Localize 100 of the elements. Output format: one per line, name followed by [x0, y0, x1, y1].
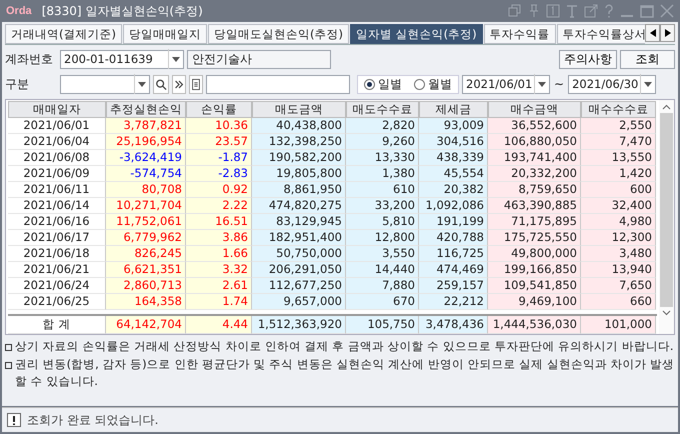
table-cell: 304,516 [419, 134, 488, 150]
table-cell: 12,800 [346, 230, 419, 246]
right-triangle-icon [664, 29, 670, 37]
table-cell: 23.57 [186, 134, 252, 150]
tab[interactable]: 투자수익률상서 [556, 24, 645, 44]
total-cell: 1,444,536,030 [488, 316, 581, 334]
end-date-picker[interactable]: 2021/06/30 [568, 74, 656, 94]
tab-scroll-left-button[interactable] [645, 24, 660, 42]
caret-icon [534, 74, 549, 94]
date-range-separator: ~ [553, 77, 566, 91]
table-cell: 826,245 [106, 246, 186, 262]
window-title: [8330] 일자별실현손익(추정) [42, 2, 203, 20]
export-icon[interactable] [584, 4, 598, 18]
table-cell: 2021/06/11 [8, 182, 106, 198]
tab-scroll-right-button[interactable] [660, 24, 675, 42]
vertical-scrollbar[interactable] [659, 100, 674, 334]
up-chevron-icon [662, 104, 671, 110]
table-cell: 40,438,800 [252, 118, 346, 134]
table-cell: 4,980 [581, 214, 656, 230]
table-cell: 11,752,061 [106, 214, 186, 230]
table-cell: 206,291,050 [252, 262, 346, 278]
table-cell: 20,382 [419, 182, 488, 198]
tab[interactable]: 당일매도실현손익(추정) [208, 24, 349, 44]
search-icon[interactable] [153, 74, 169, 94]
table-cell: 1,092,086 [419, 198, 488, 214]
account-number-dropdown[interactable]: 200-01-011639 [60, 50, 184, 68]
table-cell: 420,788 [419, 230, 488, 246]
table-cell: 93,009 [419, 118, 488, 134]
table-cell: 10.36 [186, 118, 252, 134]
total-cell: 105,750 [346, 316, 419, 334]
table-cell: 14,440 [346, 262, 419, 278]
table-cell: 6,779,962 [106, 230, 186, 246]
total-cell: 1,512,363,920 [252, 316, 346, 334]
tab[interactable]: 일자별 실현손익(추정) [350, 24, 483, 44]
double-chevron-icon[interactable] [172, 74, 186, 94]
column-header: 매매일자 [8, 101, 106, 118]
table-cell: 1,380 [346, 166, 419, 182]
period-radio[interactable]: 일별 [364, 76, 402, 92]
table-cell: 164,358 [106, 294, 186, 310]
table-cell: 8,759,650 [488, 182, 581, 198]
table-cell: 22,212 [419, 294, 488, 310]
table-cell: 2021/06/16 [8, 214, 106, 230]
table-cell: 438,339 [419, 150, 488, 166]
table-cell: 9,657,000 [252, 294, 346, 310]
status-message: 조회가 완료 되었습니다. [27, 412, 158, 428]
table-cell: 191,199 [419, 214, 488, 230]
tab[interactable]: 거래내역(결제기준) [5, 24, 122, 44]
table-cell: 463,390,885 [488, 198, 581, 214]
table-cell: 2021/06/09 [8, 166, 106, 182]
left-triangle-icon [650, 29, 656, 37]
table-cell: 2021/06/04 [8, 134, 106, 150]
notice-text: 상기 자료의 손익률은 거래세 산정방식 차이로 인하여 결제 후 금액과 상이할 수 있으므로 투자판단에 유의하시기 바랍니다. [15, 338, 674, 355]
table-cell: 2021/06/08 [8, 150, 106, 166]
table-cell: 2021/06/14 [8, 198, 106, 214]
bullet-icon [5, 362, 12, 368]
category-name-field[interactable] [206, 74, 350, 94]
table-cell: 8,861,950 [252, 182, 346, 198]
table-cell: 106,880,050 [488, 134, 581, 150]
down-chevron-icon [662, 310, 671, 316]
tab[interactable]: 투자수익률 [484, 24, 556, 44]
list-icon[interactable] [189, 74, 203, 94]
font-t-icon[interactable] [566, 4, 578, 18]
table-cell: 660 [581, 294, 656, 310]
start-date-picker[interactable]: 2021/06/01 [462, 74, 550, 94]
tab[interactable]: 당일매매일지 [122, 24, 207, 44]
window-copy-icon[interactable] [508, 4, 522, 18]
pin-icon[interactable] [528, 4, 540, 18]
search-button[interactable]: 조회 [620, 50, 675, 68]
table-cell: 109,541,850 [488, 278, 581, 294]
total-cell: 64,142,704 [106, 316, 186, 334]
caret-icon [134, 74, 149, 94]
table-cell: 190,582,200 [252, 150, 346, 166]
table-cell: 16.51 [186, 214, 252, 230]
number-one-icon[interactable] [546, 4, 560, 18]
close-icon[interactable] [660, 4, 674, 18]
table-cell: 182,951,400 [252, 230, 346, 246]
help-icon[interactable] [604, 4, 614, 18]
table-cell: 32,400 [581, 198, 656, 214]
table-cell: 2021/06/21 [8, 262, 106, 278]
table-cell: 45,554 [419, 166, 488, 182]
account-label: 계좌번호 [5, 50, 54, 68]
table-cell: 49,800,000 [488, 246, 581, 262]
exclamation-icon [7, 413, 21, 427]
notice-button[interactable]: 주의사항 [559, 50, 617, 68]
table-cell: 474,820,275 [252, 198, 346, 214]
table-cell: 3.86 [186, 230, 252, 246]
table-cell: 474,469 [419, 262, 488, 278]
table-cell: 2,550 [581, 118, 656, 134]
table-cell: 33,200 [346, 198, 419, 214]
table-cell: 13,550 [581, 150, 656, 166]
table-cell: 259,157 [419, 278, 488, 294]
table-cell: 3.32 [186, 262, 252, 278]
table-cell: -1.87 [186, 150, 252, 166]
table-cell: 116,725 [419, 246, 488, 262]
period-radio[interactable]: 월별 [414, 76, 452, 92]
table-cell: 193,741,400 [488, 150, 581, 166]
table-cell: 13,940 [581, 262, 656, 278]
table-cell: 610 [346, 182, 419, 198]
table-cell: 50,750,000 [252, 246, 346, 262]
maximize-icon[interactable] [640, 4, 654, 18]
